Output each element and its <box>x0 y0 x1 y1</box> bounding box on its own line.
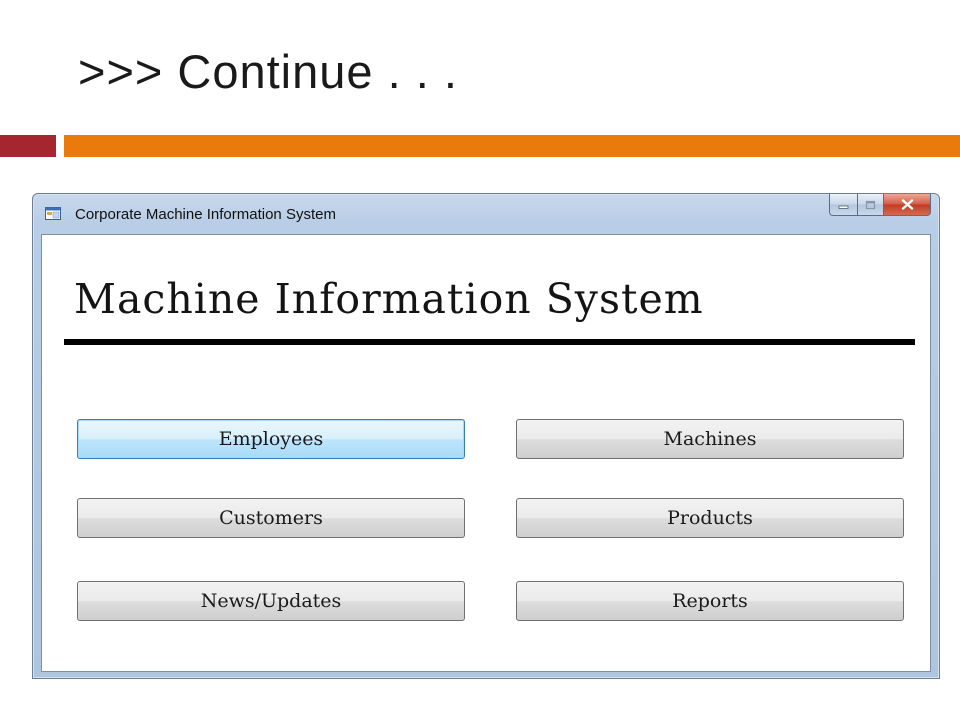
machines-button[interactable]: Machines <box>516 419 904 459</box>
news-updates-button[interactable]: News/Updates <box>77 581 465 621</box>
window-titlebar[interactable]: Corporate Machine Information System <box>33 194 939 234</box>
app-heading: Machine Information System <box>74 275 704 323</box>
employees-button[interactable]: Employees <box>77 419 465 459</box>
maximize-button[interactable] <box>858 194 884 216</box>
products-button[interactable]: Products <box>516 498 904 538</box>
heading-underline <box>64 339 915 345</box>
form-client-area: Machine Information System Employees Mac… <box>41 234 931 672</box>
accent-bar-left <box>0 135 56 157</box>
maximize-icon <box>865 200 876 209</box>
app-window: Corporate Machine Information System Mac… <box>32 193 940 679</box>
slide-title: >>> Continue . . . <box>78 45 458 98</box>
reports-button[interactable]: Reports <box>516 581 904 621</box>
window-title: Corporate Machine Information System <box>75 206 336 223</box>
application-form-icon[interactable] <box>45 207 61 220</box>
accent-bar-right <box>64 135 960 157</box>
close-button[interactable] <box>884 194 931 216</box>
customers-button[interactable]: Customers <box>77 498 465 538</box>
minimize-button[interactable] <box>829 194 858 216</box>
window-controls <box>829 194 931 216</box>
close-icon <box>901 199 913 210</box>
minimize-icon <box>838 205 849 209</box>
